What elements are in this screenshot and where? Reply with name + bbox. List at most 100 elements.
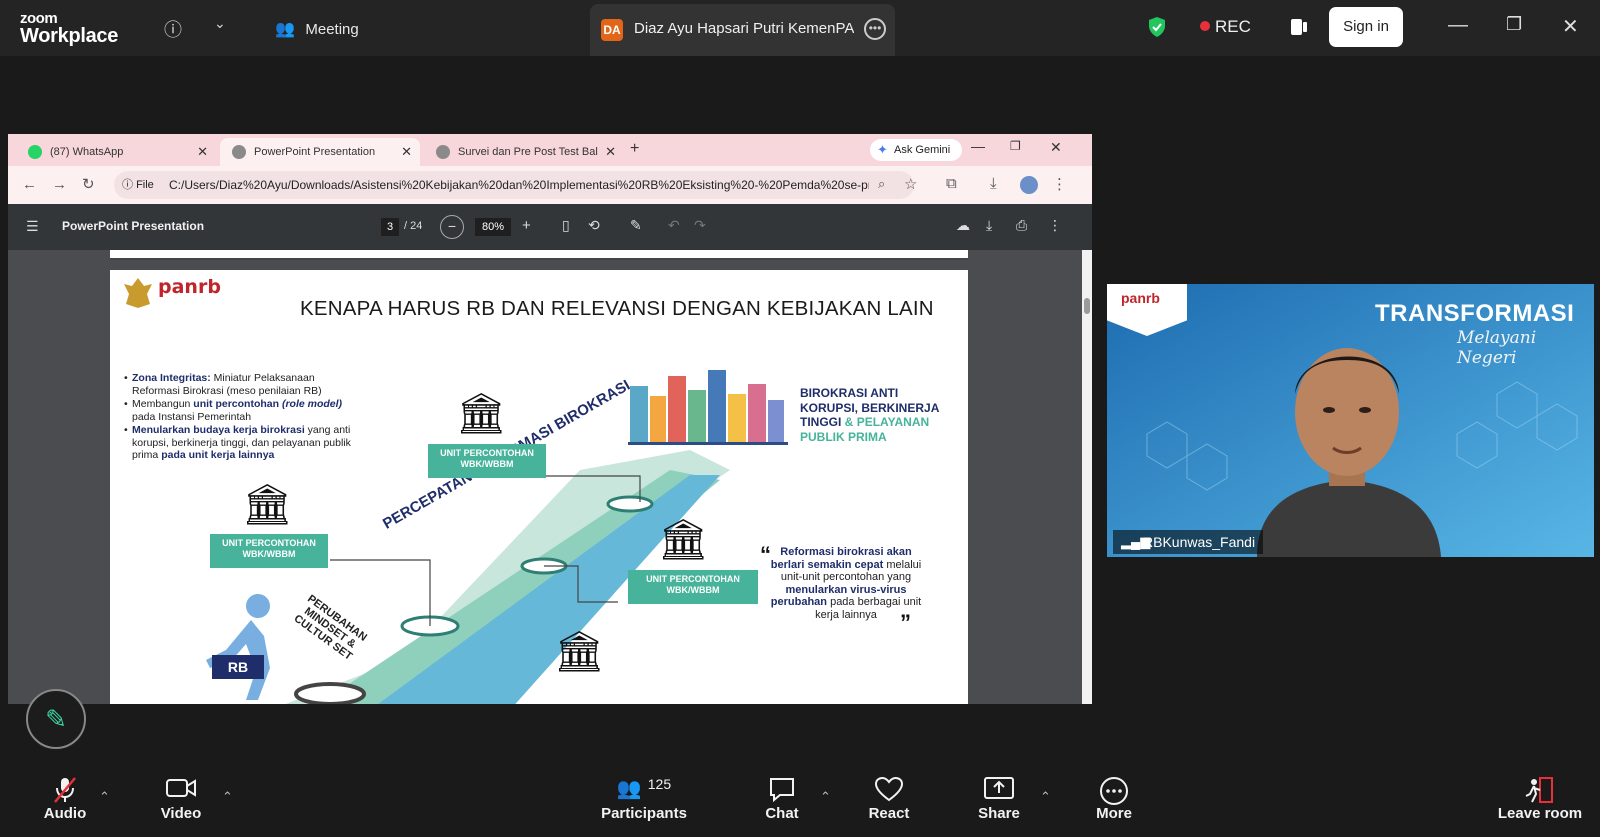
video-button[interactable]: Video <box>150 767 212 837</box>
video-banner-title: TRANSFORMASI <box>1375 300 1575 327</box>
speaker-avatar: DA <box>601 19 623 41</box>
browser-tab-strip: (87) WhatsApp ✕ PowerPoint Presentation … <box>8 134 1092 166</box>
chat-button[interactable]: Chat <box>752 767 812 837</box>
signal-bars-icon: ▂▄▆ <box>1121 534 1151 549</box>
runner-illustration <box>206 594 270 700</box>
react-label: React <box>868 805 910 822</box>
sparkle-icon: ✦ <box>877 142 888 157</box>
close-tab-icon[interactable]: ✕ <box>197 144 208 160</box>
print-icon[interactable]: ⎙ <box>1016 217 1027 234</box>
back-icon[interactable]: ← <box>22 176 37 193</box>
bullet1-bold: Zona Integritas: <box>132 372 211 384</box>
meeting-button[interactable]: 👥 Meeting <box>275 19 359 39</box>
rec-label: REC <box>1215 17 1251 36</box>
profile-avatar[interactable] <box>1020 176 1038 194</box>
redo-icon[interactable]: ↷ <box>694 217 706 234</box>
save-to-drive-icon[interactable]: ☁ <box>956 217 970 234</box>
ask-gemini-button[interactable]: ✦ Ask Gemini <box>870 139 962 161</box>
download-icon[interactable]: ⤓ <box>990 175 997 192</box>
pdf-scrollbar[interactable] <box>1082 250 1092 704</box>
close-icon[interactable]: ✕ <box>1562 14 1579 39</box>
tab-whatsapp[interactable]: (87) WhatsApp ✕ <box>16 138 216 166</box>
sign-in-button[interactable]: Sign in <box>1329 7 1403 47</box>
share-options-caret-icon[interactable]: ⌃ <box>1040 789 1051 805</box>
audio-label: Audio <box>43 805 87 822</box>
minimize-icon[interactable]: — <box>1448 14 1468 37</box>
zoom-logo: zoom Workplace <box>20 11 118 46</box>
meeting-label: Meeting <box>305 21 359 38</box>
pdf-more-icon[interactable]: ⋮ <box>1048 217 1062 234</box>
browser-close-icon[interactable]: ✕ <box>1050 139 1062 156</box>
more-button[interactable]: More <box>1084 767 1144 837</box>
video-banner-subtitle: Melayani Negeri <box>1457 328 1537 368</box>
share-screen-icon <box>968 767 1030 805</box>
chevron-down-icon[interactable]: ⌄ <box>214 15 226 32</box>
close-tab-icon[interactable]: ✕ <box>401 144 412 160</box>
browser-minimize-icon[interactable]: — <box>971 138 985 154</box>
info-icon[interactable]: ⓘ <box>164 16 182 42</box>
address-bar-row: ← → ↻ ⓘ File C:/Users/Diaz%20Ayu/Downloa… <box>8 166 1092 204</box>
fit-page-icon[interactable]: ▯ <box>562 217 570 234</box>
bookmark-star-icon[interactable]: ☆ <box>904 175 917 193</box>
file-chip-label: File <box>136 179 154 191</box>
participants-label: Participants <box>601 805 687 822</box>
participant-name-tag: ▂▄▆ RBKunwas_Fandi <box>1113 530 1264 554</box>
close-tab-icon[interactable]: ✕ <box>605 144 616 160</box>
share-button[interactable]: Share <box>968 767 1030 837</box>
tab-label: PowerPoint Presentation <box>254 146 376 158</box>
participant-count: 125 <box>647 776 672 792</box>
video-options-caret-icon[interactable]: ⌃ <box>222 789 233 805</box>
leave-door-icon <box>1492 767 1588 805</box>
zoom-lens-icon[interactable]: ⌕ <box>878 176 885 192</box>
more-label: More <box>1096 805 1132 822</box>
participants-button[interactable]: 👥 125 Participants <box>598 767 690 837</box>
pdf-download-icon[interactable]: ⤓ <box>986 217 992 234</box>
annotate-icon[interactable]: ✎ <box>630 217 642 234</box>
unit-label-right: UNIT PERCONTOHAN WBK/WBBM <box>628 570 758 604</box>
scrollbar-thumb[interactable] <box>1084 298 1090 314</box>
shield-icon[interactable] <box>1147 16 1167 43</box>
video-label: Video <box>160 805 202 822</box>
rotate-icon[interactable]: ⟲ <box>588 217 600 234</box>
url-field[interactable]: ⓘ File C:/Users/Diaz%20Ayu/Downloads/Asi… <box>114 171 914 199</box>
reload-icon[interactable]: ↻ <box>82 175 95 193</box>
building-icon: 🏛 <box>554 630 605 674</box>
file-chip[interactable]: ⓘ File <box>122 176 154 194</box>
browser-restore-icon[interactable]: ❐ <box>1010 139 1021 153</box>
undo-icon[interactable]: ↶ <box>668 217 680 234</box>
zoom-in-button[interactable]: + <box>522 217 531 234</box>
zoom-logo-line1: zoom <box>20 10 58 27</box>
cast-icon[interactable]: ⧉ <box>946 175 957 192</box>
restore-icon[interactable]: ❐ <box>1506 14 1522 35</box>
leave-room-button[interactable]: Leave room <box>1492 767 1588 837</box>
whatsapp-icon <box>28 145 42 159</box>
speaker-name: Diaz Ayu Hapsari Putri KemenPAN <box>634 20 854 37</box>
people-icon: 👥 <box>275 21 295 38</box>
hamburger-menu-icon[interactable]: ☰ <box>26 218 39 235</box>
audio-options-caret-icon[interactable]: ⌃ <box>99 789 110 805</box>
forward-icon[interactable]: → <box>52 176 67 193</box>
zoom-level-input[interactable]: 80% <box>475 218 511 236</box>
page-number-input[interactable]: 3 <box>381 218 399 236</box>
muted-mic-icon <box>34 767 96 805</box>
tab-powerpoint[interactable]: PowerPoint Presentation ✕ <box>220 138 420 166</box>
browser-menu-icon[interactable]: ⋮ <box>1052 175 1067 193</box>
tab-survei[interactable]: Survei dan Pre Post Test Bali 12 ✕ <box>424 138 624 166</box>
chat-options-caret-icon[interactable]: ⌃ <box>820 789 831 805</box>
audio-button[interactable]: Audio <box>34 767 96 837</box>
chat-label: Chat <box>765 805 799 822</box>
new-tab-button[interactable]: + <box>630 140 639 158</box>
pdf-viewer-area[interactable]: panrb KENAPA HARUS RB DAN RELEVANSI DENG… <box>8 250 1092 704</box>
tab-label: (87) WhatsApp <box>50 146 124 158</box>
chat-bubble-icon <box>752 767 812 805</box>
pdf-title: PowerPoint Presentation <box>62 219 205 233</box>
zoom-out-button[interactable]: − <box>440 215 464 239</box>
rb-label: RB <box>212 655 264 679</box>
more-options-icon[interactable]: ••• <box>864 18 886 40</box>
participant-video-tile[interactable]: panrb TRANSFORMASI Melayani Negeri ▂▄▆ R… <box>1107 284 1594 557</box>
device-icon[interactable] <box>1288 16 1310 43</box>
react-button[interactable]: React <box>858 767 920 837</box>
recording-indicator[interactable]: REC <box>1200 17 1251 37</box>
active-speaker-tab[interactable]: DA Diaz Ayu Hapsari Putri KemenPAN ••• <box>590 4 895 56</box>
annotate-pencil-button[interactable]: ✎ <box>26 689 86 749</box>
